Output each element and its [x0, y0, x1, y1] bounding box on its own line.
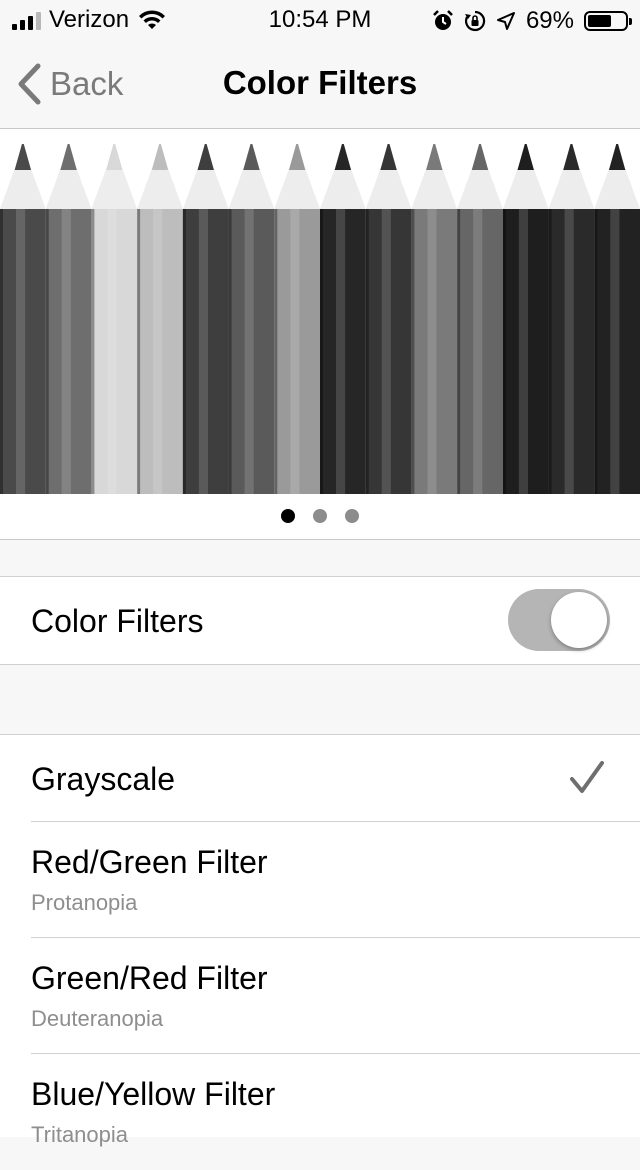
pencil-tip [106, 144, 123, 170]
pencil-highlight [564, 209, 574, 494]
pencil-highlight [473, 209, 483, 494]
rotation-lock-icon [464, 10, 486, 32]
pencil-edge [45, 209, 49, 494]
alarm-icon [433, 10, 453, 30]
battery-icon [584, 11, 632, 31]
battery-percent: 69% [525, 7, 574, 34]
pencil-highlight [16, 209, 26, 494]
pencil-tip [60, 144, 77, 170]
pencil-highlight [427, 209, 437, 494]
page-title: Color Filters [222, 64, 418, 101]
pencil-edge [137, 209, 141, 494]
pencil-tip [334, 144, 352, 170]
page-dot[interactable] [313, 509, 327, 523]
filter-title: Blue/Yellow Filter [31, 1076, 276, 1112]
pencil-wood [182, 169, 229, 209]
filter-subtitle: Deuteranopia [31, 1006, 164, 1031]
pencil-edge [457, 209, 461, 494]
pencil-highlight [381, 209, 391, 494]
location-icon [496, 12, 515, 30]
pencil-edge [228, 209, 232, 494]
pencil-tip [563, 144, 580, 170]
pencil-tip [151, 144, 169, 170]
pencil-wood [45, 169, 92, 209]
pencil-edge [365, 209, 369, 494]
filter-title: Grayscale [31, 761, 176, 797]
pencil-edge [0, 209, 3, 494]
pencil-tip [608, 144, 626, 170]
pencil-edge [502, 209, 506, 494]
pencil-highlight [198, 209, 208, 494]
pencil-edge [320, 209, 323, 494]
pencil-edge [411, 209, 415, 494]
pencil-edge [274, 209, 278, 494]
pencil-tip [471, 144, 489, 170]
filter-subtitle: Tritanopia [31, 1122, 129, 1147]
pencil-highlight [290, 209, 300, 494]
pencil-tip [243, 144, 260, 170]
page-control[interactable] [0, 509, 640, 523]
pencil-tip [14, 144, 32, 170]
filter-title: Red/Green Filter [31, 844, 268, 880]
pencil-edge [594, 209, 598, 494]
status-bar: Verizon 10:54 PM 69% [0, 0, 640, 40]
filter-option-red-green[interactable]: Red/Green Filter Protanopia [0, 822, 640, 938]
pencil-highlight [244, 209, 254, 494]
pencil-highlight [153, 209, 163, 494]
pencil-wood [548, 169, 595, 209]
checkmark-icon [570, 761, 604, 793]
pencil-edge [91, 209, 95, 494]
pencils-image [0, 144, 640, 494]
status-right: 69% [432, 7, 632, 35]
color-filters-label: Color Filters [31, 603, 204, 639]
pencil-wood [274, 169, 320, 209]
filter-option-blue-yellow[interactable]: Blue/Yellow Filter Tritanopia [0, 1054, 640, 1170]
color-filters-row: Color Filters [0, 576, 640, 665]
toggle-knob [551, 592, 607, 648]
pencil-edge [182, 209, 186, 494]
pencil-wood [594, 169, 640, 209]
pencil-wood [457, 169, 503, 209]
page-dot[interactable] [345, 509, 359, 523]
pencil-wood [137, 169, 183, 209]
pencil-highlight [336, 209, 346, 494]
navigation-bar: Back Color Filters [0, 40, 640, 129]
filter-option-green-red[interactable]: Green/Red Filter Deuteranopia [0, 938, 640, 1054]
filter-preview-carousel[interactable] [0, 129, 640, 540]
pencil-highlight [107, 209, 117, 494]
color-filters-toggle[interactable] [508, 589, 610, 651]
filter-option-grayscale[interactable]: Grayscale [0, 735, 640, 822]
pencil-wood [320, 169, 366, 209]
filter-list: Grayscale Red/Green Filter Protanopia Gr… [0, 734, 640, 1147]
filter-title: Green/Red Filter [31, 960, 268, 996]
pencil-wood [0, 169, 46, 209]
pencil-tip [426, 144, 443, 170]
pencil-highlight [610, 209, 620, 494]
pencil-highlight [61, 209, 71, 494]
pencil-tip [380, 144, 397, 170]
filter-subtitle: Protanopia [31, 890, 138, 915]
pencil-wood [502, 169, 549, 209]
page-dot[interactable] [281, 509, 295, 523]
pencil-wood [365, 169, 412, 209]
pencil-tip [517, 144, 534, 170]
pencil-wood [228, 169, 275, 209]
pencil-wood [91, 169, 138, 209]
pencil-tip [197, 144, 214, 170]
pencil-tip [288, 144, 306, 170]
pencil-edge [548, 209, 552, 494]
pencil-wood [411, 169, 458, 209]
pencil-highlight [518, 209, 528, 494]
